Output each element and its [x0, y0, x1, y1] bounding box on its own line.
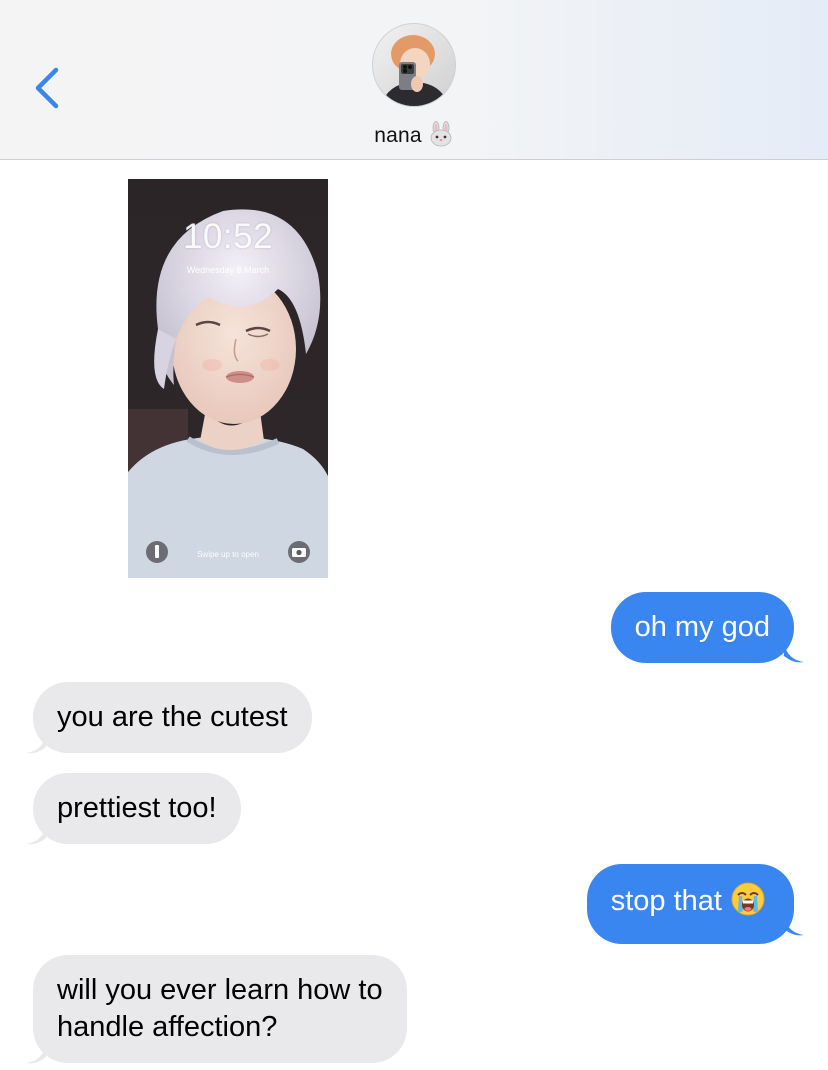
contact-name-text: nana [374, 124, 422, 147]
message-bubble-outgoing[interactable]: stop that [586, 864, 794, 944]
bubble-tail [784, 644, 804, 663]
back-button[interactable] [28, 62, 68, 114]
conversation-header: nana [0, 0, 828, 160]
bubble-tail [26, 826, 46, 845]
message-text: stop that [610, 885, 722, 917]
message-bubble-outgoing[interactable]: oh my god [610, 592, 794, 663]
contact-avatar[interactable] [373, 24, 455, 106]
chevron-left-icon [35, 67, 59, 109]
message-text: you are the cutest [57, 701, 288, 733]
message-text: oh my god [634, 611, 770, 643]
lockscreen-time: 10:52 [182, 217, 274, 256]
lockscreen-date: Wednesday 8 March [186, 265, 270, 275]
message-bubble-incoming[interactable]: prettiest too! [33, 773, 241, 844]
bubble-tail [26, 735, 46, 754]
message-text-line: will you ever learn how to [57, 974, 383, 1006]
rabbit-face-icon [428, 121, 454, 153]
message-text-line: handle affection? [57, 1011, 278, 1043]
message-bubble-incoming[interactable]: will you ever learn how to handle affect… [33, 955, 407, 1063]
lockscreen-swipe-hint: Swipe up to open [197, 550, 259, 559]
message-text: prettiest too! [57, 792, 217, 824]
bubble-tail [784, 917, 804, 936]
avatar-photo [373, 24, 455, 106]
messages-screen: nana 10:52 Wednesday 8 March Swipe up to… [0, 0, 828, 1070]
contact-name[interactable]: nana [0, 121, 828, 153]
image-attachment[interactable]: 10:52 Wednesday 8 March Swipe up to open [128, 179, 328, 578]
message-bubble-incoming[interactable]: you are the cutest [33, 682, 312, 753]
loudly-crying-face-icon [730, 881, 766, 927]
bubble-tail [26, 1045, 46, 1064]
